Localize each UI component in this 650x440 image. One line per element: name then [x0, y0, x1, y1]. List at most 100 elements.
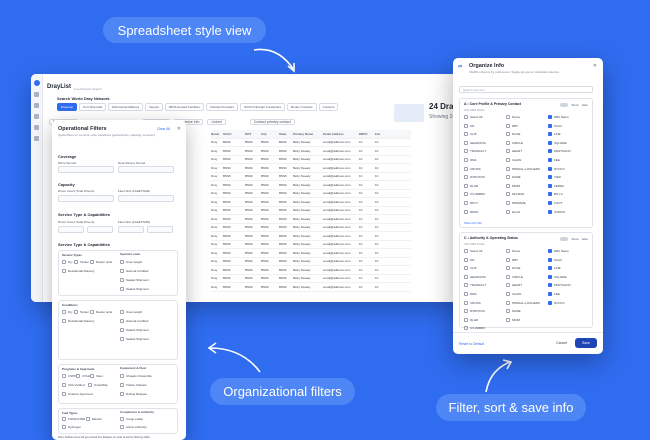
- column-checkbox[interactable]: ZEBRA: [548, 183, 564, 188]
- column-checkbox[interactable]: NVOCC: [548, 166, 565, 171]
- column-header[interactable]: SCAC: [223, 132, 245, 136]
- column-checkbox[interactable]: SQUARE: [548, 274, 567, 279]
- column-checkbox[interactable]: PRIMARE: [506, 201, 526, 205]
- column-checkbox[interactable]: Name: [506, 115, 520, 119]
- opt-amazon[interactable]: Amazon Approved: [62, 392, 93, 396]
- table-row[interactable]: Dray BNSF BNSF BNSF BNSF Betty Sweaty email@ad…: [211, 156, 411, 164]
- nav-grid-icon[interactable]: [34, 103, 39, 108]
- column-checkbox[interactable]: DBA Name: [548, 115, 569, 119]
- column-checkbox[interactable]: SCAC: [548, 257, 562, 262]
- column-checkbox[interactable]: HEADDATA: [464, 140, 486, 145]
- column-checkbox[interactable]: DVRNTON: [464, 175, 485, 180]
- column-checkbox[interactable]: MN-MAN: [506, 192, 524, 197]
- table-row[interactable]: Dray BNSF BNSF BNSF BNSF Betty Sweaty email@ad…: [211, 249, 411, 258]
- fleet-min-input[interactable]: [118, 226, 144, 233]
- column-header[interactable]: DRDV: [359, 132, 375, 136]
- column-checkbox[interactable]: CORGS: [548, 209, 565, 214]
- table-row[interactable]: Dray BNSF BNSF BNSF BNSF Betty Sweaty email@ad…: [211, 241, 411, 249]
- tab-chassis-providers[interactable]: Chassis Providers: [205, 103, 239, 111]
- opt-tanker[interactable]: Tanker: [74, 260, 89, 264]
- column-checkbox[interactable]: NVOCC: [548, 300, 565, 305]
- group-core-show[interactable]: Show: [571, 103, 579, 107]
- opt-hydrogen[interactable]: Hydrogen: [62, 425, 81, 429]
- column-checkbox[interactable]: RLHR: [464, 317, 478, 322]
- driver-max-input[interactable]: [87, 226, 113, 233]
- column-checkbox[interactable]: FOOT: [548, 201, 562, 205]
- opt-sealed-3[interactable]: Sealed Shipment: [120, 328, 149, 332]
- column-checkbox[interactable]: LINE: [548, 266, 561, 271]
- opt-sealed-2[interactable]: Sealed Shipment: [120, 287, 149, 291]
- column-checkbox[interactable]: CHAIN: [506, 158, 521, 162]
- opt-chassis-own[interactable]: Chassis Ownership: [120, 374, 152, 378]
- contact-primary-button[interactable]: Contact primary contact: [249, 119, 295, 125]
- column-checkbox[interactable]: HEART: [506, 149, 522, 154]
- fleet-size-input[interactable]: [118, 195, 174, 202]
- table-row[interactable]: Dray BNSF BNSF BNSF BNSF Betty Sweaty email@ad…: [211, 258, 411, 266]
- table-row[interactable]: Dray BNSF BNSF BNSF BNSF Betty Sweaty email@ad…: [211, 232, 411, 241]
- opt-over-weight[interactable]: Over-weight: [120, 260, 142, 264]
- opt-reefer-2[interactable]: Reefer units: [90, 310, 112, 314]
- opt-dry[interactable]: Dry: [62, 260, 73, 264]
- column-checkbox[interactable]: CX-ZEBRX: [464, 326, 485, 331]
- opt-cargo-liable[interactable]: Cargo Liable: [120, 417, 143, 421]
- opt-tanker-2[interactable]: Tanker: [74, 310, 89, 314]
- opt-sealed-1[interactable]: Sealed Shipment: [120, 278, 149, 282]
- column-checkbox[interactable]: FEE: [548, 158, 560, 162]
- column-header[interactable]: City: [261, 132, 279, 136]
- tab-customs[interactable]: Customs: [318, 103, 339, 111]
- column-checkbox[interactable]: RLHR: [464, 183, 478, 188]
- column-checkbox[interactable]: FEE: [548, 292, 560, 296]
- near-select[interactable]: [118, 166, 174, 173]
- column-checkbox[interactable]: SQUARE: [548, 140, 567, 145]
- column-checkbox[interactable]: DMA: [464, 292, 477, 296]
- column-header[interactable]: DOT: [245, 132, 261, 136]
- table-row[interactable]: Dray BNSF BNSF BNSF BNSF Betty Sweaty email@ad…: [211, 266, 411, 275]
- nav-folder-icon[interactable]: [34, 114, 39, 119]
- column-checkbox[interactable]: DPCY: [464, 201, 478, 205]
- column-checkbox[interactable]: CHAIN: [506, 292, 521, 296]
- fleet-max-input[interactable]: [147, 226, 173, 233]
- table-row[interactable]: Dray BNSF BNSF BNSF BNSF Betty Sweaty email@ad…: [211, 164, 411, 173]
- column-checkbox[interactable]: PRWALL-LOGGERS: [506, 166, 540, 171]
- column-checkbox[interactable]: SCAC: [548, 123, 562, 128]
- opt-electric[interactable]: Electric: [86, 417, 102, 421]
- column-checkbox[interactable]: CIRCLE: [506, 274, 523, 279]
- table-row[interactable]: Dray BNSF BNSF BNSF BNSF Betty Sweaty email@ad…: [211, 215, 411, 224]
- table-row[interactable]: Dray BNSF BNSF BNSF BNSF Betty Sweaty email@ad…: [211, 139, 411, 147]
- linked-button[interactable]: Linked: [207, 119, 226, 125]
- opt-residential[interactable]: Residential Delivery: [62, 269, 95, 273]
- table-row[interactable]: Dray BNSF BNSF BNSF BNSF Betty Sweaty email@ad…: [211, 275, 411, 283]
- column-header[interactable]: Name: [211, 132, 223, 136]
- column-checkbox[interactable]: DBT: [506, 257, 518, 262]
- group-authority-toggle[interactable]: [560, 237, 569, 241]
- group-authority-show[interactable]: Show: [571, 237, 579, 241]
- opt-hazmat-2[interactable]: Hazmat Certified: [120, 319, 148, 323]
- tab-nvocc[interactable]: NVOCC/Freight Forwarders: [240, 103, 286, 111]
- column-checkbox[interactable]: MNIM: [506, 183, 520, 188]
- map-thumbnail[interactable]: [394, 104, 424, 122]
- column-checkbox[interactable]: DUSE: [506, 266, 520, 271]
- opt-reefer[interactable]: Reefer units: [90, 260, 112, 264]
- tab-imo-facilities[interactable]: IMO/Licensed Facilities: [164, 103, 204, 111]
- opt-cspf[interactable]: CSPF: [62, 374, 76, 378]
- column-checkbox[interactable]: CROSS: [464, 166, 481, 171]
- table-row[interactable]: Dray BNSF BNSF BNSF BNSF Betty Sweaty email@ad…: [211, 224, 411, 232]
- opt-fleet[interactable]: Fleet: [90, 374, 103, 378]
- column-header[interactable]: Primary Name: [293, 132, 323, 136]
- column-checkbox[interactable]: CLIP: [464, 266, 477, 271]
- column-checkbox[interactable]: BNSD: [464, 209, 478, 214]
- column-checkbox[interactable]: PRWALL-LOGGERS: [506, 300, 540, 305]
- column-checkbox[interactable]: HEADDATA: [464, 274, 486, 279]
- group-core-toggle[interactable]: [560, 103, 569, 107]
- group-authority-hide[interactable]: Hide: [582, 237, 588, 241]
- opt-residential-2[interactable]: Residential Delivery: [62, 319, 95, 323]
- group-core-hide[interactable]: Hide: [582, 103, 588, 107]
- opt-uiia[interactable]: UIIA Verified: [62, 383, 85, 387]
- opt-fuel-1[interactable]: FNS3ULTRE: [62, 417, 85, 421]
- opt-triaxle[interactable]: Triaxle Chassis: [120, 383, 146, 387]
- column-checkbox[interactable]: DBT: [506, 123, 518, 128]
- column-checkbox[interactable]: CIRCLE: [506, 140, 523, 145]
- opt-dry-2[interactable]: Dry: [62, 310, 73, 314]
- table-row[interactable]: Dray BNSF BNSF BNSF BNSF Betty Sweaty email@ad…: [211, 147, 411, 156]
- column-checkbox[interactable]: TIER: [548, 175, 561, 180]
